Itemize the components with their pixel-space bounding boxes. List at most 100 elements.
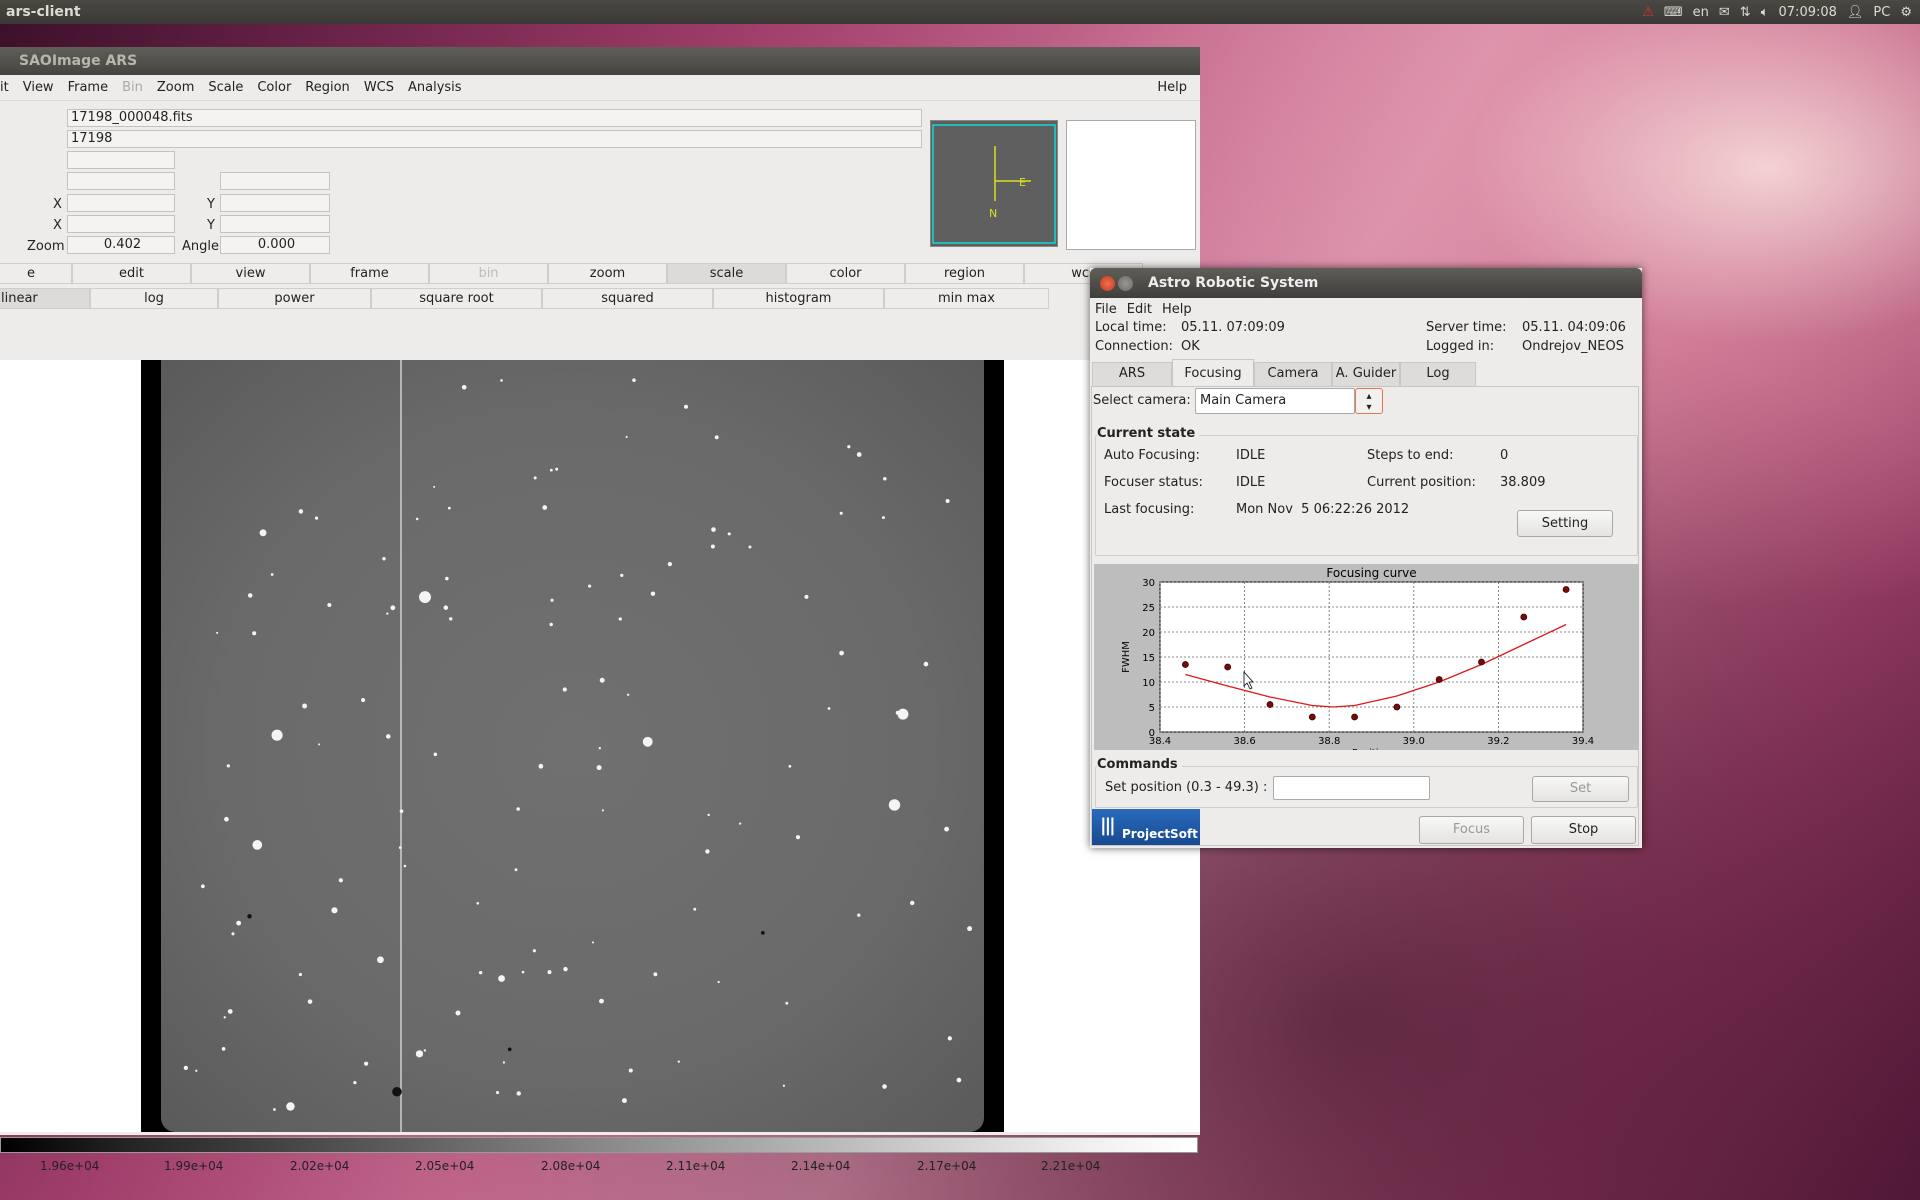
star	[433, 752, 438, 757]
star	[717, 980, 720, 984]
stop-button[interactable]: Stop	[1531, 816, 1636, 844]
wcs-field-1	[67, 172, 175, 190]
button-bar: e edit view frame bin zoom scale color r…	[0, 263, 1143, 285]
bin-button[interactable]: bin	[429, 263, 548, 284]
logged-in-value: Ondrejov_NEOS	[1522, 339, 1624, 354]
scale-power-button[interactable]: power	[218, 288, 371, 309]
edit-button[interactable]: edit	[72, 263, 191, 284]
user-icon[interactable]: 👤︎	[1847, 5, 1864, 20]
scale-linear-button[interactable]: linear	[0, 288, 90, 309]
star	[839, 511, 843, 515]
menu-item[interactable]: it	[0, 80, 16, 95]
colorbar-tick: 2.02e+04	[290, 1159, 350, 1173]
chevron-down-icon: ▾	[1366, 402, 1372, 413]
menu-wcs[interactable]: WCS	[357, 80, 401, 95]
tab-focusing[interactable]: Focusing	[1172, 359, 1254, 386]
ars-titlebar: Astro Robotic System	[1090, 268, 1642, 298]
star	[547, 970, 552, 975]
set-position-input[interactable]	[1273, 776, 1430, 800]
y-label: Y	[207, 197, 215, 212]
logged-in-label: Logged in:	[1426, 339, 1495, 354]
y-field-2	[220, 215, 330, 233]
fits-image[interactable]	[141, 360, 1004, 1132]
star	[650, 591, 656, 596]
mail-icon[interactable]: ✉	[1719, 5, 1730, 20]
star	[476, 901, 480, 905]
warning-icon[interactable]: ⚠	[1642, 5, 1654, 20]
menu-bin[interactable]: Bin	[115, 80, 150, 95]
scale-minmax-button[interactable]: min max	[884, 288, 1049, 309]
camera-spinner[interactable]: ▴ ▾	[1355, 388, 1383, 414]
menu-analysis[interactable]: Analysis	[401, 80, 469, 95]
star	[727, 532, 731, 536]
menu-view[interactable]: View	[16, 80, 61, 95]
menu-region[interactable]: Region	[298, 80, 357, 95]
menu-frame[interactable]: Frame	[61, 80, 116, 95]
keyboard-icon[interactable]: ⌨	[1664, 5, 1683, 20]
frame-button[interactable]: frame	[310, 263, 429, 284]
compass-n-label: N	[989, 207, 997, 220]
star	[318, 743, 321, 746]
volume-icon[interactable]: 🔈︎	[1761, 5, 1769, 20]
star	[247, 593, 253, 598]
star	[739, 822, 742, 825]
tab-camera[interactable]: Camera	[1254, 362, 1332, 386]
camera-select[interactable]: Main Camera	[1195, 388, 1355, 414]
language-indicator[interactable]: en	[1693, 5, 1709, 20]
scale-histogram-button[interactable]: histogram	[713, 288, 884, 309]
menu-edit[interactable]: Edit	[1122, 302, 1157, 317]
image-display-area[interactable]	[0, 360, 1200, 1132]
set-button[interactable]: Set	[1532, 776, 1629, 802]
last-focusing-value: Mon Nov 5 06:22:26 2012	[1236, 502, 1410, 517]
angle-value: 0.000	[220, 236, 330, 254]
menu-help[interactable]: Help	[1157, 302, 1197, 317]
scale-squared-button[interactable]: squared	[542, 288, 713, 309]
star	[956, 1077, 962, 1083]
view-button[interactable]: view	[191, 263, 310, 284]
panner-thumbnail[interactable]: E N	[930, 120, 1058, 247]
star	[760, 930, 765, 935]
saoimage-window: SAOImage ARS it View Frame Bin Zoom Scal…	[0, 47, 1200, 1173]
data-point	[1393, 703, 1401, 711]
x-tick-label: 39.0	[1403, 736, 1425, 747]
zoom-button[interactable]: zoom	[548, 263, 667, 284]
network-icon[interactable]: ⇅	[1740, 5, 1751, 20]
colorbar-ticks: 1.96e+04 1.99e+04 2.02e+04 2.05e+04 2.08…	[0, 1157, 1200, 1175]
focus-button[interactable]: Focus	[1419, 816, 1524, 844]
clock[interactable]: 07:09:08	[1779, 5, 1837, 20]
menu-color[interactable]: Color	[250, 80, 298, 95]
minimize-icon[interactable]	[1118, 276, 1133, 291]
user-name[interactable]: PC	[1873, 5, 1890, 20]
close-icon[interactable]	[1100, 276, 1115, 291]
tab-log[interactable]: Log	[1400, 362, 1476, 386]
data-point	[1224, 663, 1232, 671]
x-tick-label: 38.6	[1233, 736, 1255, 747]
gear-icon[interactable]: ⚙	[1900, 5, 1912, 20]
menu-help[interactable]: Help	[1150, 80, 1194, 95]
tab-ars[interactable]: ARS	[1092, 362, 1172, 386]
menu-scale[interactable]: Scale	[201, 80, 250, 95]
color-button[interactable]: color	[786, 263, 905, 284]
star	[542, 505, 548, 510]
file-button[interactable]: e	[0, 263, 72, 284]
x-tick-label: 38.8	[1318, 736, 1340, 747]
setting-button[interactable]: Setting	[1517, 510, 1613, 537]
scale-button[interactable]: scale	[667, 263, 786, 284]
tab-guider[interactable]: A. Guider	[1332, 362, 1400, 386]
menu-zoom[interactable]: Zoom	[150, 80, 201, 95]
star	[598, 747, 601, 750]
y-tick-label: 25	[1142, 603, 1155, 614]
colorbar[interactable]	[0, 1137, 1198, 1153]
star	[307, 999, 313, 1004]
star	[533, 476, 537, 480]
star	[364, 1061, 369, 1066]
commands-title: Commands	[1097, 757, 1182, 772]
star	[252, 840, 263, 850]
scale-log-button[interactable]: log	[90, 288, 218, 309]
menu-file[interactable]: File	[1090, 302, 1122, 317]
star	[271, 729, 283, 741]
star	[386, 612, 389, 615]
region-button[interactable]: region	[905, 263, 1024, 284]
current-state-title: Current state	[1097, 426, 1200, 441]
scale-sqrt-button[interactable]: square root	[371, 288, 542, 309]
